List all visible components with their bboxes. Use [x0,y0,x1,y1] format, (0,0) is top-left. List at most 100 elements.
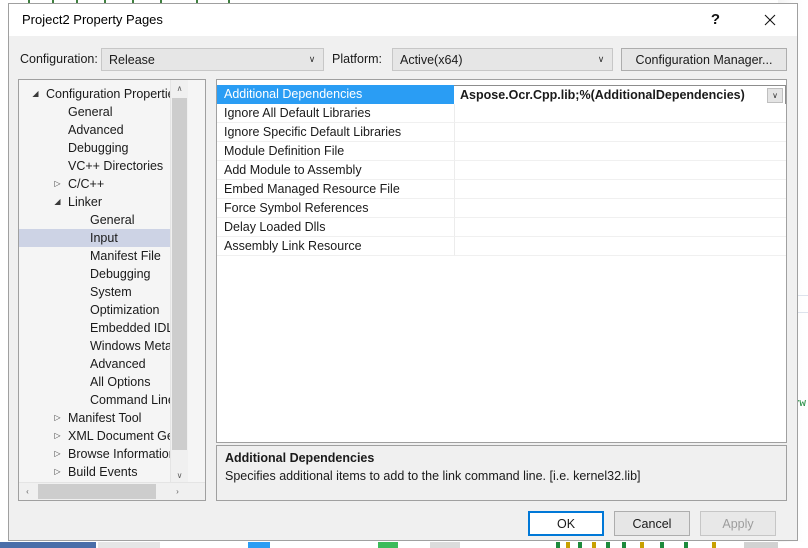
tree-item-label: Configuration Properties [46,87,181,101]
tree-item-system[interactable]: System [19,283,188,301]
ok-button[interactable]: OK [528,511,604,536]
property-value[interactable] [454,104,786,123]
tree-item-label: VC++ Directories [68,159,164,173]
property-name[interactable]: Force Symbol References [217,199,454,218]
tree-item-label: Linker [68,195,103,209]
scroll-right-icon[interactable]: › [169,483,186,500]
tree-item-xml-document-genera[interactable]: ▷ XML Document Genera [19,427,188,445]
tree-item-label: All Options [90,375,151,389]
configuration-label: Configuration: [20,52,98,66]
property-value[interactable] [454,123,786,142]
tree-item-general[interactable]: General [19,103,188,121]
property-row[interactable]: Module Definition File [217,142,786,161]
close-icon [764,14,775,25]
tree-item-linker[interactable]: ◢ Linker [19,193,188,211]
platform-label: Platform: [332,52,383,66]
tree-item-manifest-file[interactable]: Manifest File [19,247,188,265]
description-title: Additional Dependencies [225,451,375,465]
tree-item-browse-information[interactable]: ▷ Browse Information [19,445,188,463]
scroll-left-icon[interactable]: ‹ [19,483,36,500]
tree-item-all-options[interactable]: All Options [19,373,188,391]
tree-item-label: Advanced [68,123,124,137]
tree-item-advanced[interactable]: Advanced [19,121,188,139]
property-name[interactable]: Module Definition File [217,142,454,161]
tree-item-optimization[interactable]: Optimization [19,301,188,319]
cancel-button[interactable]: Cancel [614,511,690,536]
tree-item-label: Input [90,231,118,245]
tree-item-label: Command Line [90,393,175,407]
scroll-up-icon[interactable]: ∧ [171,80,188,97]
twisty-collapsed-icon[interactable]: ▷ [51,175,64,193]
dialog-title: Project2 Property Pages [22,12,163,27]
property-name[interactable]: Add Module to Assembly [217,161,454,180]
property-value[interactable] [454,180,786,199]
property-row[interactable]: Force Symbol References [217,199,786,218]
property-value[interactable] [454,237,786,256]
property-row[interactable]: Ignore Specific Default Libraries [217,123,786,142]
property-pages-dialog: Project2 Property Pages ? Configuration:… [8,3,798,541]
property-name[interactable]: Ignore Specific Default Libraries [217,123,454,142]
tree-item-label: System [90,285,132,299]
property-row[interactable]: Ignore All Default Libraries [217,104,786,123]
property-name[interactable]: Ignore All Default Libraries [217,104,454,123]
tree-item-label: C/C++ [68,177,105,191]
property-value[interactable] [454,199,786,218]
twisty-collapsed-icon[interactable]: ▷ [51,427,64,445]
property-row[interactable]: Additional Dependencies Aspose.Ocr.Cpp.li… [217,85,786,104]
tree-horizontal-scrollbar[interactable]: ‹ › [19,482,205,500]
property-row[interactable]: Assembly Link Resource [217,237,786,256]
property-row[interactable]: Add Module to Assembly [217,161,786,180]
tree-vertical-scrollbar[interactable]: ∧ ∨ [170,80,188,484]
tree-item-build-events[interactable]: ▷ Build Events [19,463,188,481]
tree-item-label: Browse Information [68,447,176,461]
tree-item-debugging[interactable]: Debugging [19,139,188,157]
twisty-collapsed-icon[interactable]: ▷ [51,409,64,427]
tree-item-general[interactable]: General [19,211,188,229]
description-pane: Additional Dependencies Specifies additi… [216,445,787,501]
property-name[interactable]: Additional Dependencies [217,85,454,104]
property-row[interactable]: Delay Loaded Dlls [217,218,786,237]
property-value[interactable] [454,218,786,237]
tree-item-vc-directories[interactable]: VC++ Directories [19,157,188,175]
twisty-expanded-icon[interactable]: ◢ [29,85,42,103]
property-name[interactable]: Assembly Link Resource [217,237,454,256]
property-row[interactable]: Embed Managed Resource File [217,180,786,199]
description-body: Specifies additional items to add to the… [225,469,641,483]
twisty-expanded-icon[interactable]: ◢ [51,193,64,211]
tree-item-label: Debugging [68,141,129,155]
property-value[interactable] [454,161,786,180]
chevron-down-icon: ∨ [308,54,316,64]
chevron-down-icon: ∨ [597,54,605,64]
platform-combobox[interactable]: Active(x64) ∨ [392,48,613,71]
tree-item-advanced[interactable]: Advanced [19,355,188,373]
configuration-manager-button[interactable]: Configuration Manager... [621,48,787,71]
help-button[interactable]: ? [693,4,738,35]
configuration-combobox[interactable]: Release ∨ [101,48,324,71]
property-grid[interactable]: Additional Dependencies Aspose.Ocr.Cpp.li… [216,79,787,443]
property-name[interactable]: Embed Managed Resource File [217,180,454,199]
chevron-down-icon[interactable]: ∨ [767,88,783,103]
tree-item-label: Embedded IDL [90,321,174,335]
tree-item-input[interactable]: Input [19,229,188,247]
tree-item-debugging[interactable]: Debugging [19,265,188,283]
tree-item-label: Manifest Tool [68,411,142,425]
tree-scroll-thumb[interactable] [172,98,187,450]
tree-item-manifest-tool[interactable]: ▷ Manifest Tool [19,409,188,427]
tree-item-embedded-idl[interactable]: Embedded IDL [19,319,188,337]
twisty-collapsed-icon[interactable]: ▷ [51,445,64,463]
tree-item-label: Build Events [68,465,138,479]
tree-hscroll-thumb[interactable] [38,484,156,499]
configuration-value: Release [109,52,155,67]
close-button[interactable] [747,4,792,35]
property-name[interactable]: Delay Loaded Dlls [217,218,454,237]
property-value[interactable] [454,142,786,161]
tree-item-label: General [68,105,113,119]
tree-item-windows-metadata[interactable]: Windows Metadata [19,337,188,355]
tree-item-c-c[interactable]: ▷ C/C++ [19,175,188,193]
backdrop-bottom-strip [0,542,808,548]
tree-item-command-line[interactable]: Command Line [19,391,188,409]
twisty-collapsed-icon[interactable]: ▷ [51,463,64,481]
property-value[interactable]: Aspose.Ocr.Cpp.lib;%(AdditionalDependenc… [454,85,786,104]
configuration-tree[interactable]: ◢ Configuration Properties General Advanced… [18,79,206,501]
tree-item-configuration-properties[interactable]: ◢ Configuration Properties [19,85,188,103]
